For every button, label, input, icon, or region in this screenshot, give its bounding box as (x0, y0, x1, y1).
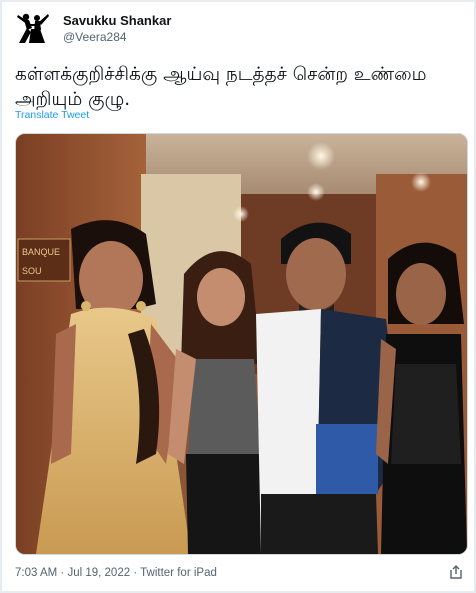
translate-tweet-link[interactable]: Translate Tweet (15, 109, 89, 121)
wall-sign-top: BANQUE (22, 247, 60, 257)
tweet-text: கள்ளக்குறிச்சிக்கு ஆய்வு நடத்தச் சென்ற உ… (15, 64, 427, 110)
tweet-date[interactable]: Jul 19, 2022 (67, 567, 130, 579)
wall-sign-bottom: SOU (22, 266, 42, 276)
tweet-client[interactable]: Twitter for iPad (140, 567, 217, 579)
author-handle[interactable]: @Veera284 (63, 30, 127, 44)
meta-separator: · (60, 567, 65, 579)
avatar[interactable] (15, 10, 51, 46)
dancing-silhouette-icon (15, 10, 51, 46)
meta-separator: · (133, 567, 138, 579)
author-name[interactable]: Savukku Shankar (63, 13, 171, 28)
tweet-meta: 7:03 AM · Jul 19, 2022 · Twitter for iPa… (15, 567, 217, 579)
tweet-photo[interactable]: BANQUE SOU (15, 133, 468, 555)
tweet-time[interactable]: 7:03 AM (15, 567, 57, 579)
tweet-card: Savukku Shankar @Veera284 கள்ளக்குறிச்சி… (0, 0, 476, 593)
group-photo-image: BANQUE SOU (16, 134, 467, 554)
share-icon[interactable] (448, 564, 464, 580)
